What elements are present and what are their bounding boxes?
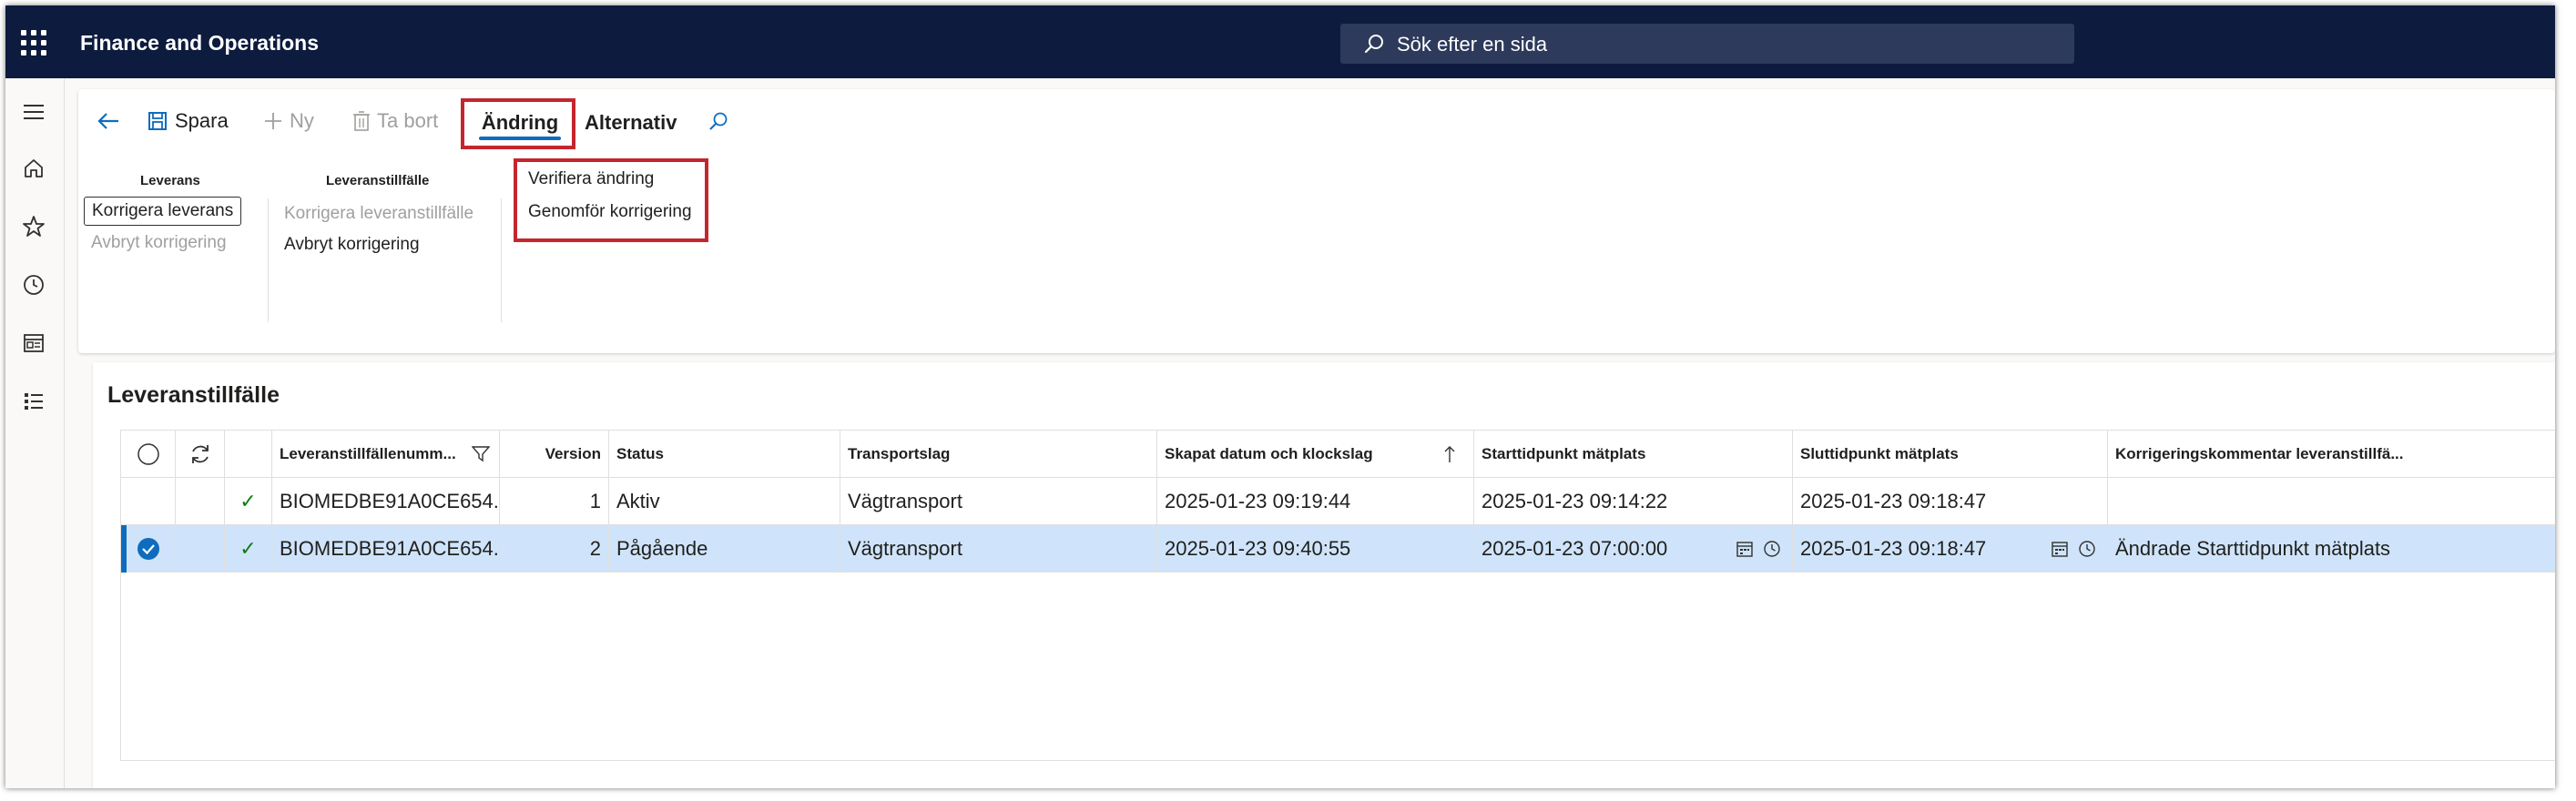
column-header-transport[interactable]: Transportslag (840, 431, 1157, 478)
page-search[interactable] (1340, 24, 2074, 66)
refresh-icon[interactable] (188, 442, 212, 466)
list-icon[interactable] (20, 388, 47, 415)
clock-icon[interactable] (20, 271, 47, 299)
select-all-radio-icon[interactable] (137, 442, 160, 466)
refresh-cell[interactable] (176, 431, 225, 478)
cell-start[interactable]: 2025-01-23 09:14:22 (1474, 478, 1793, 525)
hamburger-icon[interactable] (20, 98, 47, 126)
home-icon[interactable] (20, 155, 47, 182)
column-header-version[interactable]: Version (500, 431, 609, 478)
row-empty-cell (176, 478, 225, 525)
ribbon-separator (268, 198, 269, 322)
cell-created[interactable]: 2025-01-23 09:19:44 (1157, 478, 1474, 525)
delete-label: Ta bort (377, 109, 439, 132)
column-header-start[interactable]: Starttidpunkt mätplats (1474, 431, 1793, 478)
avbryt-korrigering-leverans-button[interactable]: Avbryt korrigering (91, 233, 227, 253)
cell-comment[interactable] (2108, 478, 2555, 525)
star-icon[interactable] (20, 213, 47, 240)
column-header-end[interactable]: Sluttidpunkt mätplats (1793, 431, 2108, 478)
ribbon-separator (501, 198, 502, 322)
app-title: Finance and Operations (80, 31, 319, 55)
save-icon (148, 112, 167, 130)
group-title-leverans: Leverans (140, 173, 200, 188)
cell-start-value[interactable]: 2025-01-23 07:00:00 (1481, 537, 1667, 561)
sort-ascending-icon (1444, 446, 1455, 462)
calendar-icon[interactable] (2051, 540, 2069, 558)
cell-version[interactable]: 1 (500, 478, 609, 525)
ribbon-group-leverans: Leverans Korrigera leverans Avbryt korri… (78, 158, 260, 322)
row-select-cell[interactable] (121, 478, 176, 525)
cell-comment[interactable]: Ändrade Starttidpunkt mätplats (2108, 525, 2555, 573)
cell-end-value[interactable]: 2025-01-23 09:18:47 (1800, 537, 1986, 561)
cell-id[interactable]: BIOMEDBE91A0CE654... (272, 478, 500, 525)
table-row[interactable]: ✓ BIOMEDBE91A0CE654... 1 Aktiv Vägtransp… (121, 478, 2555, 525)
select-all-cell[interactable] (121, 431, 176, 478)
group-title-leveranstillfalle: Leveranstillfälle (326, 173, 430, 188)
checkmark-icon: ✓ (225, 525, 272, 573)
cell-status[interactable]: Aktiv (609, 478, 840, 525)
workspace-icon[interactable] (20, 330, 47, 357)
checkmark-icon: ✓ (225, 478, 272, 525)
cell-status[interactable]: Pågående (609, 525, 840, 573)
clock-icon[interactable] (1763, 540, 1781, 558)
new-button[interactable]: Ny (264, 89, 314, 153)
save-label: Spara (175, 109, 229, 132)
cell-transport[interactable]: Vägtransport (840, 525, 1157, 573)
action-pane: Spara Ny Ta bort Ändring Alternativ Leve… (78, 89, 2555, 353)
plus-icon (265, 113, 281, 129)
new-label: Ny (290, 109, 314, 132)
korrigera-leveranstillfalle-button[interactable]: Korrigera leveranstillfälle (284, 204, 473, 224)
search-input[interactable] (1395, 24, 2036, 66)
column-header-created-label: Skapat datum och klockslag (1165, 445, 1373, 462)
row-select-cell[interactable] (121, 525, 176, 573)
back-button[interactable] (97, 89, 127, 153)
filter-icon[interactable] (472, 446, 490, 462)
column-header-id[interactable]: Leveranstillfällenumm... (272, 431, 500, 478)
calendar-icon[interactable] (1736, 540, 1754, 558)
tab-alternativ-label: Alternativ (585, 111, 677, 134)
cell-created[interactable]: 2025-01-23 09:40:55 (1157, 525, 1474, 573)
save-button[interactable]: Spara (148, 89, 229, 153)
ribbon-group-leveranstillfalle: Leveranstillfälle Korrigera leveranstill… (275, 158, 494, 322)
cell-start[interactable]: 2025-01-23 07:00:00 (1474, 525, 1793, 573)
waffle-icon[interactable] (18, 27, 47, 56)
ribbon: Leverans Korrigera leverans Avbryt korri… (78, 158, 2555, 350)
grid-table: Leveranstillfällenumm... Version Status … (120, 430, 2555, 761)
section-title: Leveranstillfälle (107, 382, 280, 408)
app-window: Finance and Operations Sök efter en sida… (5, 5, 2555, 788)
column-header-comment[interactable]: Korrigeringskommentar leveranstillfä... (2108, 431, 2555, 478)
cell-end[interactable]: 2025-01-23 09:18:47 (1793, 525, 2108, 573)
cell-end[interactable]: 2025-01-23 09:18:47 (1793, 478, 2108, 525)
search-actions-button[interactable] (708, 89, 736, 153)
top-bar: Finance and Operations (5, 5, 2555, 78)
search-icon (1364, 35, 1383, 54)
search-icon (709, 112, 728, 130)
selected-check-circle-icon[interactable] (136, 536, 161, 562)
back-arrow-icon (97, 113, 118, 129)
avbryt-korrigering-leveranstillfalle-button[interactable]: Avbryt korrigering (284, 235, 420, 255)
left-nav (5, 78, 65, 788)
delete-button[interactable]: Ta bort (353, 89, 438, 153)
cell-id[interactable]: BIOMEDBE91A0CE654... (272, 525, 500, 573)
tab-alternativ[interactable]: Alternativ (585, 102, 677, 144)
highlight-box-tab (461, 98, 575, 149)
toolbar: Spara Ny Ta bort Ändring Alternativ (78, 89, 2555, 153)
highlight-box-ribbon (514, 158, 708, 242)
korrigera-leverans-button[interactable]: Korrigera leverans (84, 197, 242, 226)
table-header-row: Leveranstillfällenumm... Version Status … (121, 431, 2555, 478)
column-header-created[interactable]: Skapat datum och klockslag (1157, 431, 1474, 478)
cell-version[interactable]: 2 (500, 525, 609, 573)
delete-icon (353, 111, 370, 131)
row-empty-cell (176, 525, 225, 573)
column-header-id-label: Leveranstillfällenumm... (280, 445, 456, 462)
table-row-selected[interactable]: ✓ BIOMEDBE91A0CE654... 2 Pågående Vägtra… (121, 525, 2555, 573)
grid-card: Leveranstillfälle Leveranstillfällenumm.… (93, 362, 2555, 788)
clock-icon[interactable] (2078, 540, 2096, 558)
check-column-header (225, 431, 272, 478)
column-header-status[interactable]: Status (609, 431, 840, 478)
cell-transport[interactable]: Vägtransport (840, 478, 1157, 525)
